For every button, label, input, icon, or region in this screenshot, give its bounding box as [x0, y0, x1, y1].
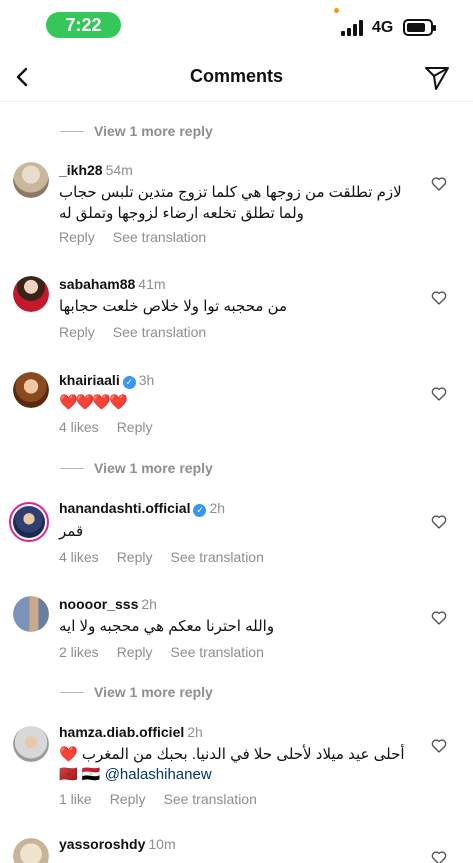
view-more-replies-label: View 1 more reply	[94, 460, 213, 476]
send-icon[interactable]	[423, 62, 451, 92]
status-time: 7:22	[46, 12, 121, 38]
comment-text: ❤️❤️❤️❤️	[59, 394, 128, 411]
avatar[interactable]	[13, 596, 49, 632]
verified-badge-icon: ✓	[193, 504, 207, 517]
verified-badge-icon: ✓	[122, 376, 136, 389]
avatar[interactable]	[13, 276, 49, 312]
avatar[interactable]	[13, 372, 49, 408]
avatar-story-ring[interactable]	[9, 502, 49, 542]
comment-username[interactable]: khairiaali	[59, 372, 120, 388]
see-translation-button[interactable]: See translation	[170, 644, 263, 660]
like-heart-icon[interactable]	[431, 290, 447, 306]
privacy-indicator-dot	[334, 8, 339, 13]
like-heart-icon[interactable]	[431, 610, 447, 626]
reply-button[interactable]: Reply	[59, 324, 95, 340]
like-heart-icon[interactable]	[431, 514, 447, 530]
likes-count[interactable]: 2 likes	[59, 644, 99, 660]
avatar[interactable]	[13, 726, 49, 762]
reply-button[interactable]: Reply	[117, 644, 153, 660]
comment-username[interactable]: noooor_sss	[59, 596, 138, 612]
comments-header: Comments	[0, 52, 473, 102]
battery-icon	[403, 19, 436, 36]
reply-button[interactable]: Reply	[110, 791, 146, 807]
comment-username[interactable]: hamza.diab.officiel	[59, 724, 184, 740]
see-translation-button[interactable]: See translation	[113, 229, 206, 245]
see-translation-button[interactable]: See translation	[170, 549, 263, 565]
reply-button[interactable]: Reply	[59, 229, 95, 245]
comment-time: 2h	[187, 724, 203, 740]
comment-time: 2h	[209, 500, 226, 516]
likes-count[interactable]: 1 like	[59, 791, 92, 807]
view-more-replies-label: View 1 more reply	[94, 123, 213, 139]
see-translation-button[interactable]: See translation	[163, 791, 256, 807]
avatar[interactable]	[13, 162, 49, 198]
comment-time: 2h	[141, 596, 157, 612]
mention-link[interactable]: @halashihanew	[105, 766, 212, 783]
likes-count[interactable]: 4 likes	[59, 419, 99, 435]
comment-time: 3h	[138, 372, 155, 388]
page-title: Comments	[189, 66, 283, 86]
signal-strength-icon	[341, 20, 365, 36]
status-bar: 7:22 4G	[0, 0, 473, 50]
comment-username[interactable]: hanandashti.official	[59, 500, 190, 516]
reply-button[interactable]: Reply	[117, 419, 153, 435]
like-heart-icon[interactable]	[431, 386, 447, 402]
flag-emojis: 🇲🇦 🇪🇬	[59, 766, 101, 783]
comment-time: 41m	[138, 276, 166, 292]
comment-time: 54m	[105, 162, 133, 178]
comment-text: لازم تطلقت من زوجها هي كلما تزوج متدين ت…	[59, 184, 402, 222]
reply-button[interactable]: Reply	[117, 549, 153, 565]
comment-time: 10m	[148, 836, 176, 852]
like-heart-icon[interactable]	[431, 850, 447, 863]
like-heart-icon[interactable]	[431, 738, 447, 754]
comment-username[interactable]: _ikh28	[59, 162, 103, 178]
comment-text: أحلى عيد ميلاد لأحلى حلا في الدنيا. بحبك…	[59, 746, 405, 763]
see-translation-button[interactable]: See translation	[113, 324, 206, 340]
comment-text: والله احترنا معكم هي محجبه ولا ايه	[59, 618, 275, 635]
like-heart-icon[interactable]	[431, 176, 447, 192]
likes-count[interactable]: 4 likes	[59, 549, 99, 565]
comment-text: قمر	[59, 523, 84, 540]
view-more-replies-label: View 1 more reply	[94, 684, 213, 700]
network-type: 4G	[372, 19, 394, 36]
avatar[interactable]	[13, 838, 49, 863]
comment-username[interactable]: sabaham88	[59, 276, 135, 292]
comment-username[interactable]: yassoroshdy	[59, 836, 145, 852]
comment-text: من محجبه توا ولا خلاص خلعت حجابها	[59, 298, 288, 315]
